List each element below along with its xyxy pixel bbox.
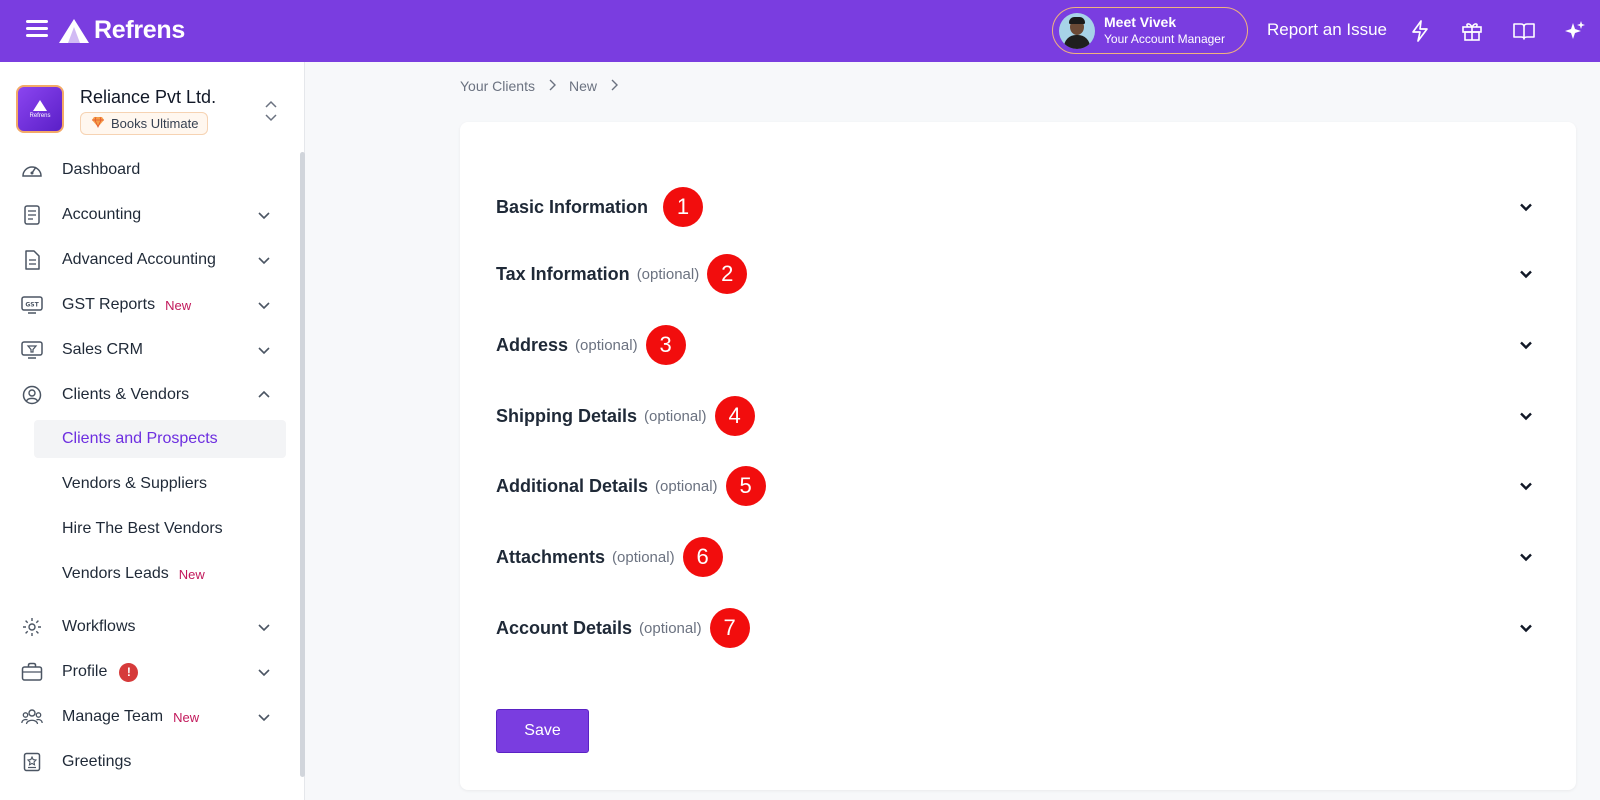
chevron-down-icon: [1520, 482, 1532, 491]
sidebar-item-profile[interactable]: Profile !: [16, 653, 286, 691]
plan-name: Books Ultimate: [111, 116, 199, 131]
user-circle-icon: [20, 383, 44, 407]
chevron-down-icon: [258, 347, 270, 355]
section-tax-information[interactable]: Tax Information (optional) 2: [496, 252, 1536, 296]
diamond-icon: [91, 116, 105, 131]
manager-avatar: [1059, 12, 1095, 49]
refrens-logo-icon: [59, 18, 89, 43]
sidebar-item-dashboard[interactable]: Dashboard: [16, 151, 286, 189]
sidebar: Refrens Reliance Pvt Ltd. Books Ultimate…: [0, 62, 305, 800]
section-account-details[interactable]: Account Details (optional) 7: [496, 606, 1536, 650]
lightning-icon[interactable]: [1407, 18, 1433, 44]
sidebar-item-manage-team[interactable]: Manage Team New: [16, 698, 286, 736]
briefcase-icon: [20, 660, 44, 684]
sidebar-subitem-vendors-leads[interactable]: Vendors Leads New: [34, 555, 286, 593]
manager-name: Meet Vivek: [1104, 14, 1177, 31]
greeting-card-icon: [20, 750, 44, 774]
new-badge: New: [173, 709, 200, 725]
brand-name: Refrens: [94, 16, 185, 44]
chevron-down-icon: [1520, 341, 1532, 350]
top-bar: Refrens Meet Vivek Your Account Manager …: [0, 0, 1600, 62]
chevron-down-icon: [258, 669, 270, 677]
chevron-down-icon: [1520, 412, 1532, 421]
chevron-right-icon: [610, 78, 618, 94]
sidebar-item-clients-vendors[interactable]: Clients & Vendors: [16, 376, 286, 414]
org-logo: Refrens: [16, 85, 64, 133]
org-switcher[interactable]: Refrens Reliance Pvt Ltd. Books Ultimate: [16, 85, 286, 135]
sidebar-item-gst-reports[interactable]: GST GST Reports New: [16, 286, 286, 324]
menu-icon[interactable]: [26, 20, 48, 40]
report-issue-link[interactable]: Report an Issue: [1267, 20, 1387, 40]
sidebar-scrollbar[interactable]: [300, 152, 305, 777]
chevron-down-icon: [258, 714, 270, 722]
gst-icon: GST: [20, 293, 44, 317]
section-basic-information[interactable]: Basic Information 1: [496, 185, 1536, 229]
chevron-down-icon: [1520, 624, 1532, 633]
sidebar-subitem-vendors-suppliers[interactable]: Vendors & Suppliers: [34, 465, 286, 503]
client-form-card: Basic Information 1 Tax Information (opt…: [460, 122, 1576, 790]
book-icon[interactable]: [1511, 18, 1537, 44]
chevron-down-icon: [258, 302, 270, 310]
chevron-down-icon: [1520, 203, 1532, 212]
chevron-down-icon: [258, 212, 270, 220]
monitor-funnel-icon: [20, 338, 44, 362]
chevron-down-icon: [258, 257, 270, 265]
new-badge: New: [165, 297, 192, 313]
breadcrumb-new[interactable]: New: [569, 78, 597, 94]
section-shipping-details[interactable]: Shipping Details (optional) 4: [496, 394, 1536, 438]
step-marker: 3: [645, 325, 686, 365]
dashboard-icon: [20, 158, 44, 182]
svg-text:GST: GST: [25, 302, 39, 309]
workflow-icon: [20, 615, 44, 639]
section-address[interactable]: Address (optional) 3: [496, 323, 1536, 367]
step-marker: 5: [725, 466, 766, 506]
new-badge: New: [178, 566, 205, 582]
team-icon: [20, 705, 44, 729]
sparkle-icon[interactable]: [1562, 18, 1588, 44]
sidebar-subitem-clients-prospects[interactable]: Clients and Prospects: [34, 420, 286, 458]
sidebar-item-sales-crm[interactable]: Sales CRM: [16, 331, 286, 369]
ledger-icon: [20, 203, 44, 227]
section-additional-details[interactable]: Additional Details (optional) 5: [496, 464, 1536, 508]
sidebar-item-advanced-accounting[interactable]: Advanced Accounting: [16, 241, 286, 279]
chevron-updown-icon[interactable]: [264, 98, 278, 124]
sidebar-subitem-hire-vendors[interactable]: Hire The Best Vendors: [34, 510, 286, 548]
manager-role: Your Account Manager: [1104, 31, 1225, 46]
alert-icon: !: [119, 662, 139, 682]
chevron-right-icon: [548, 78, 556, 94]
chevron-up-icon: [258, 390, 270, 398]
breadcrumb: Your Clients New: [460, 78, 631, 94]
chevron-down-icon: [1520, 270, 1532, 279]
chevron-down-icon: [1520, 553, 1532, 562]
account-manager-button[interactable]: Meet Vivek Your Account Manager: [1052, 7, 1248, 54]
step-marker: 2: [707, 254, 748, 294]
gift-icon[interactable]: [1459, 18, 1485, 44]
breadcrumb-your-clients[interactable]: Your Clients: [460, 78, 535, 94]
sidebar-item-workflows[interactable]: Workflows: [16, 608, 286, 646]
plan-badge: Books Ultimate: [80, 112, 209, 135]
save-button[interactable]: Save: [496, 709, 589, 753]
org-name: Reliance Pvt Ltd.: [80, 87, 217, 107]
document-icon: [20, 248, 44, 272]
chevron-down-icon: [258, 624, 270, 632]
step-marker: 7: [709, 608, 750, 648]
sidebar-item-accounting[interactable]: Accounting: [16, 196, 286, 234]
sidebar-item-greetings[interactable]: Greetings: [16, 743, 286, 781]
step-marker: 4: [714, 396, 755, 436]
brand-logo[interactable]: Refrens: [58, 16, 185, 45]
step-marker: 6: [682, 537, 723, 577]
org-logo-text: Refrens: [29, 112, 51, 119]
section-attachments[interactable]: Attachments (optional) 6: [496, 535, 1536, 579]
step-marker: 1: [663, 187, 704, 227]
